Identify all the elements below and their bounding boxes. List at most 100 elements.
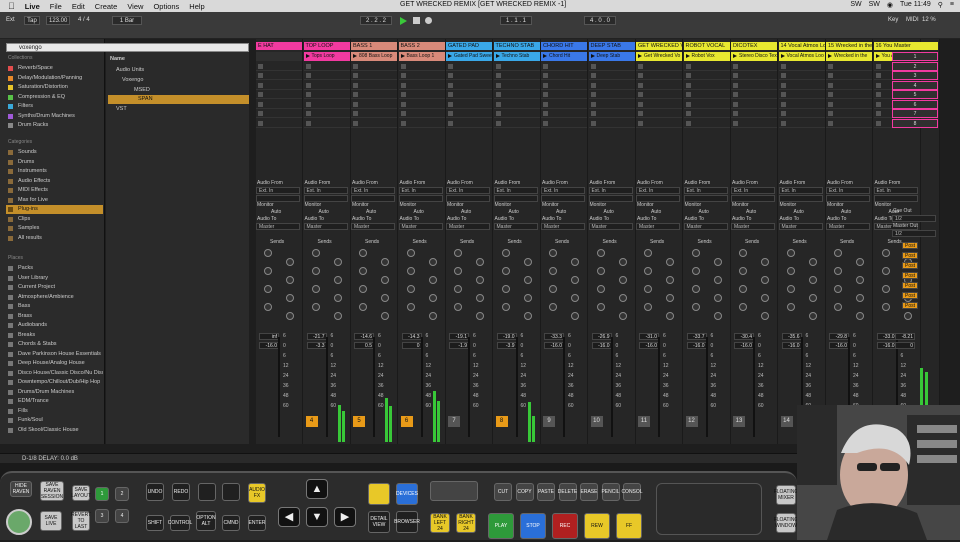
tap-button[interactable]: Tap bbox=[24, 16, 40, 25]
send-knob[interactable] bbox=[856, 312, 864, 320]
clip-slot[interactable] bbox=[731, 119, 777, 128]
clip-slot[interactable] bbox=[446, 109, 492, 118]
send-knob[interactable] bbox=[549, 249, 557, 257]
input-type-select[interactable]: Ext. In bbox=[398, 187, 443, 194]
control-button[interactable]: CONTROL bbox=[168, 515, 192, 531]
clip-stop-icon[interactable] bbox=[828, 73, 833, 78]
clip-stop-icon[interactable] bbox=[258, 120, 263, 126]
clip-stop-icon[interactable] bbox=[685, 92, 691, 97]
clip-stop-icon[interactable] bbox=[685, 120, 691, 126]
zoom-in-button[interactable] bbox=[222, 483, 240, 501]
category-item[interactable]: All results bbox=[6, 234, 103, 243]
volume-readout[interactable]: -19.0 bbox=[496, 333, 517, 340]
clip-slot[interactable] bbox=[351, 81, 397, 90]
clip-stop-icon[interactable] bbox=[353, 63, 358, 69]
clip-slot[interactable] bbox=[541, 90, 587, 99]
clip-stop-icon[interactable] bbox=[685, 101, 691, 107]
clip-slot[interactable] bbox=[446, 81, 492, 90]
menu-view[interactable]: View bbox=[127, 2, 143, 11]
post-button[interactable]: Post bbox=[902, 272, 918, 279]
volume-readout[interactable]: -21.7 bbox=[306, 333, 327, 340]
clip-stop-icon[interactable] bbox=[638, 73, 643, 78]
clip-slot[interactable] bbox=[826, 71, 872, 80]
clip-play-icon[interactable] bbox=[685, 53, 690, 58]
place-item[interactable]: Breaks bbox=[6, 331, 103, 340]
volume-fader[interactable] bbox=[563, 337, 565, 437]
clip-slot[interactable] bbox=[683, 119, 730, 128]
volume-readout[interactable]: -30.4 bbox=[734, 333, 754, 340]
clip-stop-icon[interactable] bbox=[543, 111, 548, 116]
rew-button[interactable]: REW bbox=[584, 513, 610, 539]
clip-stop-icon[interactable] bbox=[305, 120, 311, 126]
clip-stop-icon[interactable] bbox=[780, 63, 786, 69]
collection-item[interactable]: Drum Racks bbox=[6, 121, 103, 130]
clip-slot[interactable]: Robot Vox bbox=[683, 52, 730, 61]
collection-item[interactable]: Delay/Modulation/Panning bbox=[6, 74, 103, 83]
clip-slot[interactable] bbox=[636, 71, 682, 80]
play-button[interactable]: PLAY bbox=[488, 513, 514, 539]
track-header[interactable]: TOP LOOP bbox=[303, 42, 350, 50]
clip-stop-icon[interactable] bbox=[875, 63, 881, 69]
touchpad[interactable] bbox=[656, 483, 762, 535]
clip-stop-icon[interactable] bbox=[638, 111, 643, 116]
clip-stop-icon[interactable] bbox=[448, 111, 453, 116]
place-item[interactable]: Bass bbox=[6, 302, 103, 311]
send-knob[interactable] bbox=[428, 276, 437, 284]
clip-stop-icon[interactable] bbox=[448, 82, 453, 88]
send-knob[interactable] bbox=[786, 267, 795, 275]
scene-launch[interactable]: 2 bbox=[892, 61, 938, 71]
clip-slot[interactable]: Deep Stab bbox=[588, 52, 635, 61]
browser-button[interactable]: BROWSER bbox=[394, 511, 420, 533]
rec-button[interactable]: REC bbox=[552, 513, 578, 539]
send-knob[interactable] bbox=[713, 294, 722, 302]
send-knob[interactable] bbox=[571, 276, 579, 284]
clip-slot[interactable] bbox=[446, 100, 492, 109]
send-knob[interactable] bbox=[808, 294, 817, 302]
clip-stop-icon[interactable] bbox=[495, 101, 501, 107]
clip-slot[interactable] bbox=[826, 62, 872, 71]
consolidate-button[interactable] bbox=[430, 481, 478, 501]
send-knob[interactable] bbox=[571, 294, 579, 302]
layout-1-button[interactable]: 1 bbox=[95, 487, 109, 501]
volume-fader[interactable] bbox=[753, 337, 755, 437]
send-knob[interactable] bbox=[571, 312, 579, 320]
clip-stop-icon[interactable] bbox=[448, 63, 453, 69]
floating-window-button[interactable]: FLOATING WINDOW bbox=[774, 513, 798, 533]
track-header[interactable]: E HAT bbox=[256, 42, 302, 50]
send-knob[interactable] bbox=[333, 312, 342, 320]
clip-stop-icon[interactable] bbox=[495, 82, 501, 88]
input-type-select[interactable]: Ext. In bbox=[303, 187, 348, 194]
send-knob[interactable] bbox=[808, 312, 817, 320]
volume-readout[interactable]: -26.9 bbox=[591, 333, 612, 340]
clip-slot[interactable] bbox=[256, 119, 302, 128]
send-knob[interactable] bbox=[881, 303, 890, 311]
delete-button[interactable]: DELETE bbox=[558, 483, 577, 501]
send-knob[interactable] bbox=[381, 276, 389, 284]
clip-stop-icon[interactable] bbox=[353, 82, 358, 88]
clip-slot[interactable] bbox=[636, 119, 682, 128]
arrow-up-icon[interactable]: ▲ bbox=[306, 479, 328, 499]
send-knob[interactable] bbox=[501, 303, 510, 311]
arrow-down-icon[interactable]: ▼ bbox=[306, 507, 328, 527]
zoom-out-button[interactable] bbox=[198, 483, 216, 501]
master-out-select[interactable]: 1/2 bbox=[892, 230, 936, 237]
clip-slot[interactable] bbox=[303, 90, 350, 99]
send-knob[interactable] bbox=[454, 303, 462, 311]
save-live-button[interactable]: SAVE LIVE bbox=[40, 511, 62, 531]
category-item[interactable]: Drums bbox=[6, 158, 103, 167]
send-knob[interactable] bbox=[761, 312, 769, 320]
loop-length[interactable]: 4 . 0 . 0 bbox=[584, 16, 616, 25]
send-knob[interactable] bbox=[333, 294, 342, 302]
copy-button[interactable]: COPY bbox=[515, 483, 534, 501]
pencil-button[interactable]: PENCIL bbox=[601, 483, 620, 501]
send-knob[interactable] bbox=[501, 267, 510, 275]
menu-options[interactable]: Options bbox=[153, 2, 179, 11]
clip-slot[interactable]: Techno Stab bbox=[493, 52, 540, 61]
consol-button[interactable]: CONSOL bbox=[621, 483, 643, 501]
send-knob[interactable] bbox=[881, 267, 890, 275]
send-knob[interactable] bbox=[618, 258, 627, 266]
clip-slot[interactable] bbox=[446, 119, 492, 128]
send-knob[interactable] bbox=[381, 258, 389, 266]
clip-slot[interactable] bbox=[778, 119, 825, 128]
track-header[interactable]: DEEP STAB bbox=[588, 42, 635, 50]
